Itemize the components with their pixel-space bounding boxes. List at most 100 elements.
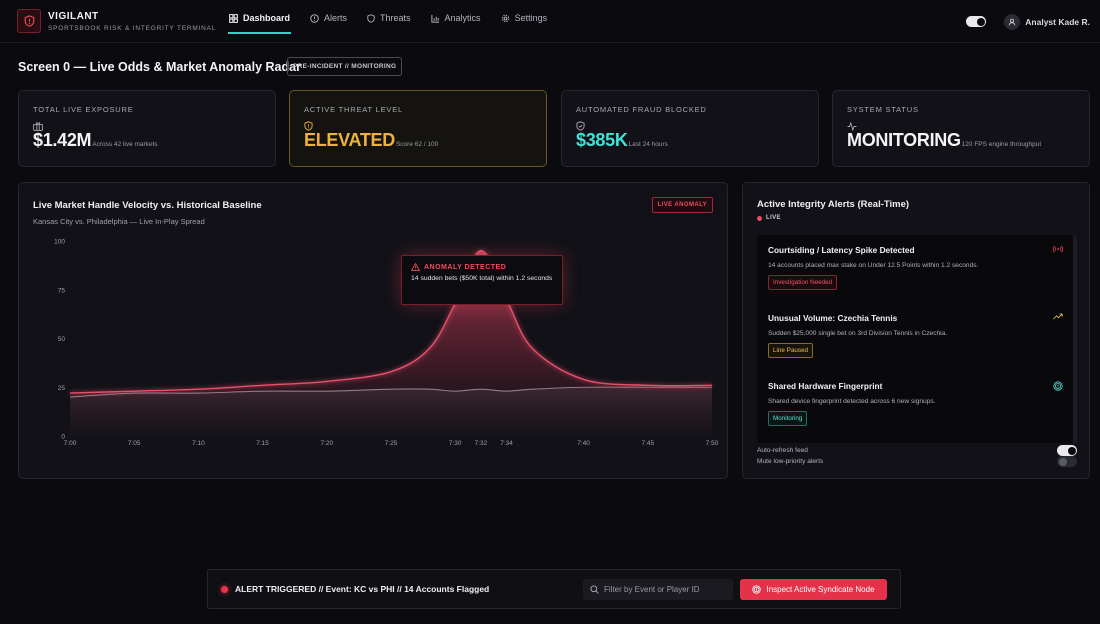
grid-icon	[229, 13, 238, 23]
auto-refresh-row: Auto-refresh feed	[757, 445, 1077, 456]
y-tick-label: 25	[58, 385, 66, 392]
kpi-value: ELEVATED	[304, 130, 395, 150]
integrity-alerts-panel: Active Integrity Alerts (Real-Time) LIVE…	[742, 182, 1090, 479]
live-handle-area	[70, 250, 712, 436]
user-name: Analyst Kade R.	[1025, 16, 1090, 27]
x-tick-label: 7:00	[64, 440, 77, 447]
alert-item[interactable]: Courtsiding / Latency Spike Detected 14 …	[768, 245, 1063, 290]
x-tick-label: 7:20	[320, 440, 333, 447]
auto-refresh-toggle[interactable]	[1057, 445, 1077, 456]
alert-desc: 14 accounts placed max stake on Under 12…	[768, 262, 979, 269]
gear-icon	[501, 14, 509, 22]
nav-settings-label: Settings	[514, 13, 548, 23]
top-navigation-bar: VIGILANT SPORTSBOOK RISK & INTEGRITY TER…	[0, 0, 1100, 43]
alert-title: Courtsiding / Latency Spike Detected	[768, 245, 915, 255]
velocity-chart[interactable]: 02550751007:00 7:05 7:10 7:15 7:20 7:25 7:30 7:…	[19, 183, 729, 480]
chart-card: 0 25 50 75 100 7:00 7:05 7:10 7:15 7:20 7:25 7:30 7:…	[18, 182, 728, 479]
nav-alerts-label: Alerts	[324, 13, 348, 23]
shield-icon	[17, 9, 41, 33]
mute-alerts-row: Mute low-priority alerts	[757, 456, 1077, 467]
page-title: Screen 0 — Live Odds & Market Anomaly Ra…	[18, 60, 301, 74]
alert-status-text: ALERT TRIGGERED // Event: KC vs PHI // 1…	[235, 584, 490, 594]
chart-title: Live Market Handle Velocity vs. Historic…	[33, 200, 262, 211]
filter-input[interactable]	[604, 585, 724, 594]
nav-alerts[interactable]: Alerts	[309, 3, 348, 33]
alert-title: Shared Hardware Fingerprint	[768, 381, 883, 391]
x-tick-label: 7:05	[128, 440, 141, 447]
live-indicator: LIVE	[757, 215, 781, 221]
theme-toggle[interactable]	[966, 16, 987, 27]
kpi-label: SYSTEM STATUS	[847, 105, 919, 114]
live-anomaly-badge: LIVE ANOMALY	[651, 197, 713, 213]
alert-tag[interactable]: Investigation Needed	[768, 275, 838, 290]
live-dot	[757, 215, 762, 221]
kpi-value: $385K	[576, 130, 628, 150]
alert-item[interactable]: Unusual Volume: Czechia Tennis Sudden $2…	[768, 313, 1063, 358]
trending-up-icon	[1053, 313, 1063, 320]
kpi-sub: 120 FPS engine throughput	[961, 141, 1042, 148]
alert-circle-icon	[310, 13, 319, 23]
fingerprint-icon	[752, 585, 762, 594]
main-nav: Dashboard Alerts Threats Analytics Setti…	[228, 0, 566, 43]
x-tick-label: 7:45	[641, 440, 654, 447]
app-name: VIGILANT	[48, 10, 99, 22]
alert-desc: Sudden $25,000 single bet on 3rd Divisio…	[768, 330, 948, 337]
bar-chart-icon	[430, 14, 439, 23]
y-tick-label: 50	[58, 336, 66, 343]
tooltip-title: ANOMALY DETECTED	[424, 263, 507, 271]
kpi-label: AUTOMATED FRAUD BLOCKED	[576, 105, 707, 114]
nav-analytics-label: Analytics	[444, 13, 481, 23]
alert-tag[interactable]: Monitoring	[768, 411, 808, 426]
x-tick-label: 7:30	[449, 440, 462, 447]
alert-title: Unusual Volume: Czechia Tennis	[768, 313, 898, 323]
fingerprint-icon	[1053, 381, 1063, 391]
alert-dot	[221, 585, 228, 593]
kpi-label: TOTAL LIVE EXPOSURE	[33, 105, 134, 114]
alert-desc: Shared device fingerprint detected acros…	[768, 398, 936, 405]
x-tick-label: 7:34	[500, 440, 513, 447]
chart-subtitle: Kansas City vs. Philadelphia — Live In-P…	[33, 217, 205, 226]
alert-tag[interactable]: Line Paused	[768, 343, 814, 358]
kpi-value: $1.42M	[33, 130, 92, 150]
x-tick-label: 7:40	[577, 440, 590, 447]
option-label: Auto-refresh feed	[757, 447, 808, 454]
x-tick-label: 7:32	[475, 440, 488, 447]
pulse-icon	[847, 118, 1075, 132]
filter-search[interactable]	[583, 579, 733, 600]
kpi-label: ACTIVE THREAT LEVEL	[304, 105, 403, 114]
alerts-title: Active Integrity Alerts (Real-Time)	[757, 199, 910, 210]
tooltip-body: 14 sudden bets ($50K total) within 1.2 s…	[411, 275, 553, 282]
app-subtitle: SPORTSBOOK RISK & INTEGRITY TERMINAL	[48, 24, 217, 32]
alert-status-bar: ALERT TRIGGERED // Event: KC vs PHI // 1…	[207, 569, 901, 609]
kpi-sub: Across 42 live markets	[92, 141, 158, 148]
nav-dashboard-label: Dashboard	[243, 13, 291, 23]
nav-threats[interactable]: Threats	[366, 3, 412, 33]
kpi-sub: Score 62 / 100	[395, 141, 439, 148]
y-tick-label: 75	[58, 287, 66, 294]
mute-low-priority-toggle[interactable]	[1057, 456, 1077, 467]
kpi-value: MONITORING	[847, 130, 961, 150]
user-menu[interactable]: Analyst Kade R.	[1004, 13, 1090, 30]
shield-icon	[367, 13, 375, 23]
brand[interactable]: VIGILANT SPORTSBOOK RISK & INTEGRITY TER…	[17, 9, 216, 33]
inspect-syndicate-node-button[interactable]: Inspect Active Syndicate Node	[740, 579, 887, 600]
x-tick-label: 7:15	[256, 440, 269, 447]
nav-settings[interactable]: Settings	[500, 3, 549, 33]
nav-threats-label: Threats	[380, 13, 411, 23]
kpi-automated-fraud-blocked: AUTOMATED FRAUD BLOCKED $385K Last 24 ho…	[561, 90, 819, 167]
alerts-list[interactable]: Courtsiding / Latency Spike Detected 14 …	[757, 235, 1077, 443]
nav-analytics[interactable]: Analytics	[430, 3, 482, 33]
x-tick-label: 7:25	[385, 440, 398, 447]
kpi-system-status: SYSTEM STATUS MONITORING 120 FPS engine …	[832, 90, 1090, 167]
kpi-sub: Last 24 hours	[628, 141, 668, 148]
search-icon	[590, 585, 599, 594]
briefcase-icon	[33, 118, 261, 131]
anomaly-tooltip: ANOMALY DETECTED 14 sudden bets ($50K to…	[401, 255, 563, 305]
x-tick-label: 7:10	[192, 440, 205, 447]
warning-triangle-icon	[411, 263, 420, 271]
shield-check-icon	[576, 118, 804, 131]
kpi-total-live-exposure: TOTAL LIVE EXPOSURE $1.42M Across 42 liv…	[18, 90, 276, 167]
nav-dashboard[interactable]: Dashboard	[228, 3, 292, 34]
user-icon	[1004, 13, 1021, 30]
alert-item[interactable]: Shared Hardware Fingerprint Shared devic…	[768, 381, 1063, 426]
